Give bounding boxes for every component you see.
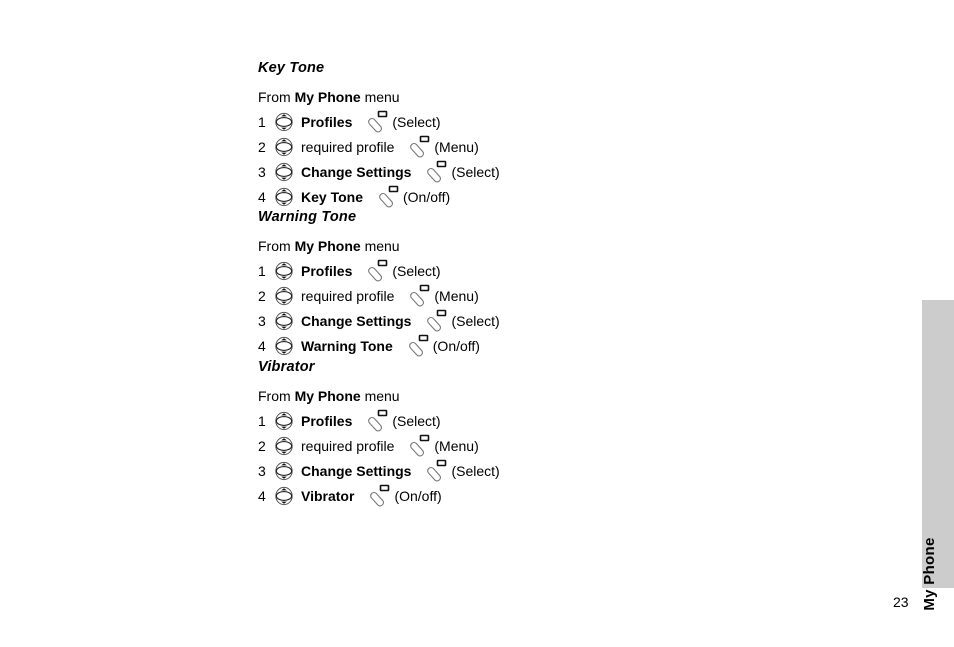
page-number: 23	[893, 594, 909, 610]
from-prefix: From	[258, 388, 295, 404]
manual-page: Key Tone From My Phone menu 1 Profiles (Sele…	[0, 0, 954, 647]
section-key-tone: Key Tone From My Phone menu 1 Profiles (Sele…	[258, 60, 500, 209]
step-label: required profile	[301, 287, 395, 304]
section-heading: Key Tone	[258, 60, 325, 76]
navigation-scroll-key-icon	[274, 112, 294, 132]
soft-key-icon	[366, 484, 390, 508]
navigation-scroll-key-icon	[274, 411, 294, 431]
from-menu-name: My Phone	[294, 388, 361, 404]
section-heading: Vibrator	[258, 359, 315, 375]
from-menu-line: From My Phone menu	[258, 382, 500, 405]
step-number: 4	[258, 487, 266, 504]
step-action-label: (On/off)	[402, 188, 451, 205]
section-vibrator: Vibrator From My Phone menu 1 Profiles (Sele…	[258, 359, 500, 508]
step-row: 3 Change Settings (Select)	[258, 458, 500, 483]
step-label: Vibrator	[301, 487, 355, 504]
navigation-scroll-key-icon	[274, 137, 294, 157]
step-row: 3 Change Settings (Select)	[258, 308, 500, 333]
step-action-label: (Select)	[451, 163, 500, 180]
soft-key-icon	[406, 135, 430, 159]
from-menu-line: From My Phone menu	[258, 83, 500, 106]
soft-key-icon	[423, 459, 447, 483]
step-number: 1	[258, 412, 266, 429]
section-tab-label: My Phone	[921, 537, 938, 611]
step-number: 4	[258, 337, 266, 354]
step-list: 1 Profiles (Select) 2 required profile (Menu)…	[258, 408, 500, 508]
from-menu-name: My Phone	[294, 238, 361, 254]
step-label: required profile	[301, 437, 395, 454]
step-row: 1 Profiles (Select)	[258, 109, 500, 134]
step-action-label: (Select)	[392, 113, 441, 130]
step-row: 1 Profiles (Select)	[258, 258, 500, 283]
soft-key-icon	[364, 110, 388, 134]
step-action-label: (Menu)	[434, 287, 479, 304]
step-label: Profiles	[301, 412, 353, 429]
from-prefix: From	[258, 89, 295, 105]
soft-key-icon	[405, 334, 429, 358]
from-suffix: menu	[360, 388, 400, 404]
soft-key-icon	[364, 409, 388, 433]
step-label: required profile	[301, 138, 395, 155]
step-number: 2	[258, 437, 266, 454]
step-label: Change Settings	[301, 312, 412, 329]
step-label: Warning Tone	[301, 337, 393, 354]
step-label: Change Settings	[301, 462, 412, 479]
step-number: 4	[258, 188, 266, 205]
soft-key-icon	[406, 434, 430, 458]
step-label: Profiles	[301, 113, 353, 130]
navigation-scroll-key-icon	[274, 162, 294, 182]
step-action-label: (Select)	[392, 262, 441, 279]
step-label: Change Settings	[301, 163, 412, 180]
step-row: 3 Change Settings (Select)	[258, 159, 500, 184]
navigation-scroll-key-icon	[274, 336, 294, 356]
section-tab-my-phone: My Phone	[921, 300, 954, 611]
navigation-scroll-key-icon	[274, 187, 294, 207]
step-number: 1	[258, 262, 266, 279]
from-suffix: menu	[360, 238, 400, 254]
step-label: Profiles	[301, 262, 353, 279]
step-action-label: (On/off)	[432, 337, 480, 354]
step-row: 2 required profile (Menu)	[258, 134, 500, 159]
section-heading: Warning Tone	[258, 209, 357, 225]
from-menu-line: From My Phone menu	[258, 232, 500, 255]
navigation-scroll-key-icon	[274, 286, 294, 306]
step-action-label: (Select)	[451, 312, 500, 329]
navigation-scroll-key-icon	[274, 436, 294, 456]
step-action-label: (Menu)	[434, 437, 479, 454]
step-action-label: (On/off)	[394, 487, 442, 504]
step-number: 2	[258, 138, 266, 155]
section-warning-tone: Warning Tone From My Phone menu 1 Profiles (…	[258, 209, 500, 358]
step-number: 3	[258, 312, 266, 329]
step-number: 2	[258, 287, 266, 304]
step-row: 4 Warning Tone (On/off)	[258, 333, 500, 358]
from-menu-name: My Phone	[294, 89, 361, 105]
step-list: 1 Profiles (Select) 2 required profile (Menu)…	[258, 258, 500, 358]
soft-key-icon	[375, 185, 399, 209]
step-number: 3	[258, 462, 266, 479]
soft-key-icon	[364, 259, 388, 283]
soft-key-icon	[423, 160, 447, 184]
step-row: 4 Key Tone (On/off)	[258, 184, 500, 209]
from-suffix: menu	[360, 89, 400, 105]
soft-key-icon	[423, 309, 447, 333]
step-list: 1 Profiles (Select) 2 required profile (Menu)…	[258, 109, 500, 209]
navigation-scroll-key-icon	[274, 461, 294, 481]
step-action-label: (Select)	[451, 462, 500, 479]
step-action-label: (Menu)	[434, 138, 479, 155]
step-row: 1 Profiles (Select)	[258, 408, 500, 433]
navigation-scroll-key-icon	[274, 486, 294, 506]
step-label: Key Tone	[301, 188, 363, 205]
navigation-scroll-key-icon	[274, 311, 294, 331]
step-row: 4 Vibrator (On/off)	[258, 483, 500, 508]
step-number: 3	[258, 163, 266, 180]
step-row: 2 required profile (Menu)	[258, 283, 500, 308]
from-prefix: From	[258, 238, 295, 254]
step-number: 1	[258, 113, 266, 130]
step-action-label: (Select)	[392, 412, 441, 429]
step-row: 2 required profile (Menu)	[258, 433, 500, 458]
navigation-scroll-key-icon	[274, 261, 294, 281]
soft-key-icon	[406, 284, 430, 308]
